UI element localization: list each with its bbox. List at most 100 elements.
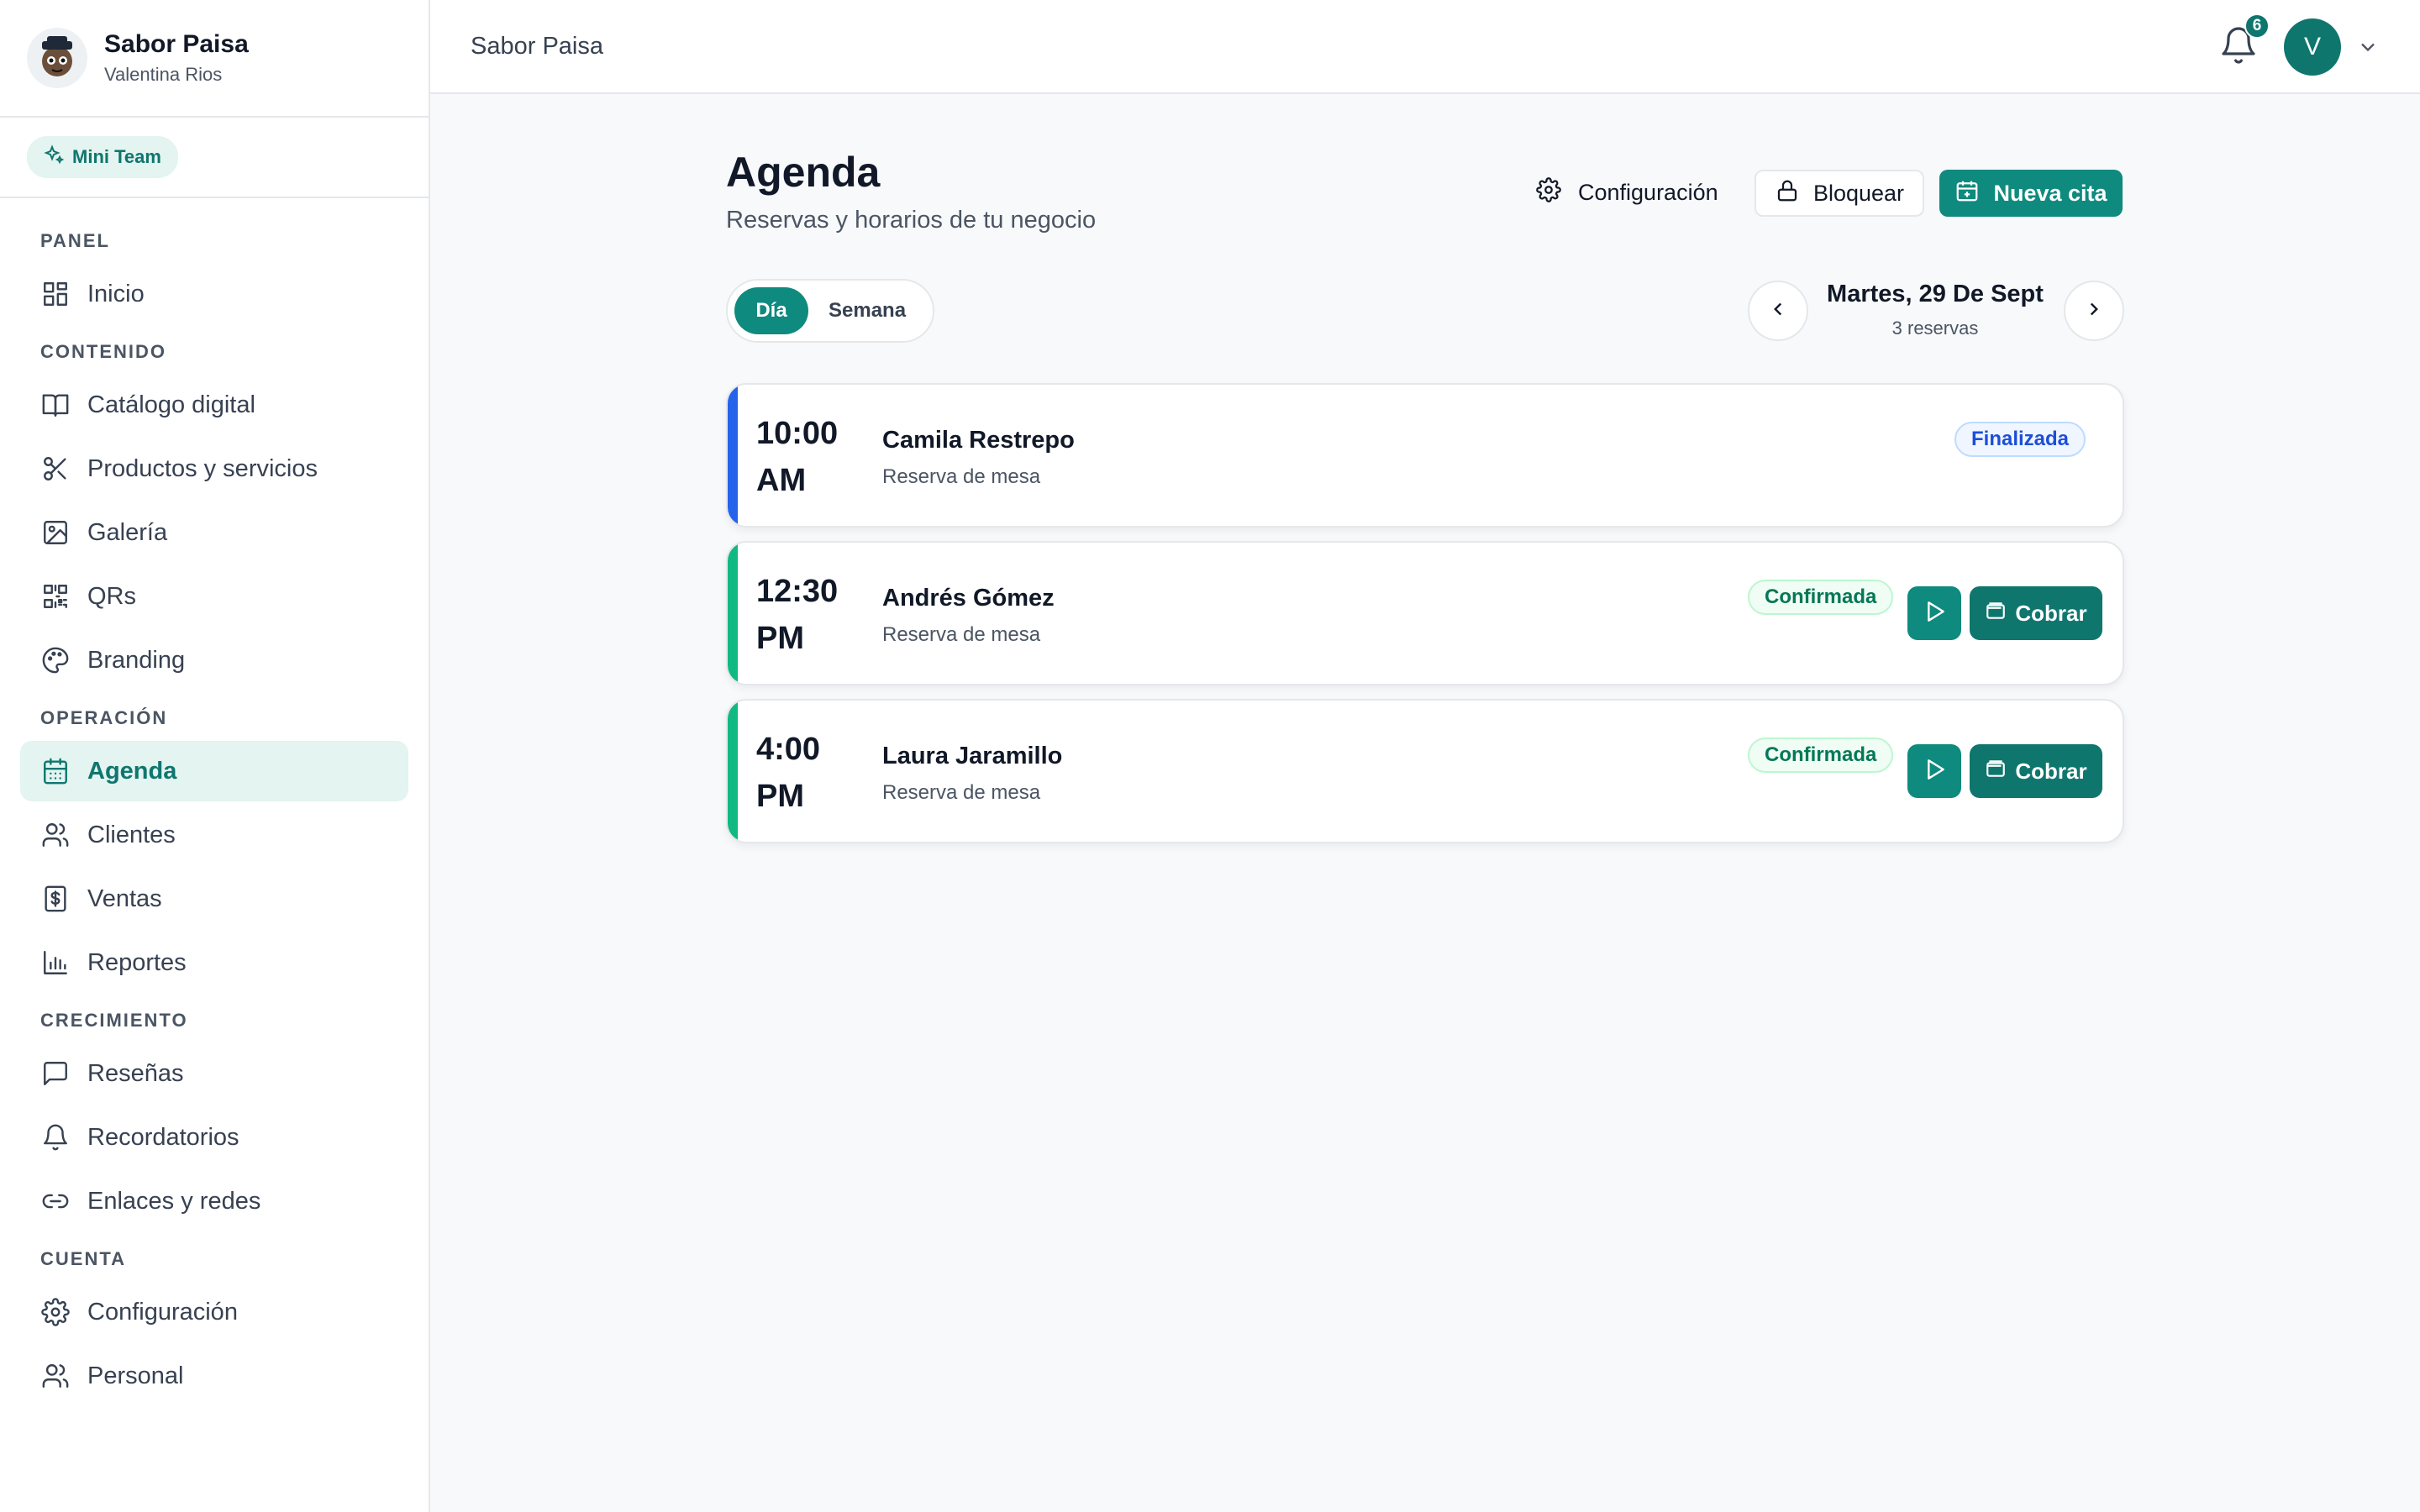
sidebar-item-ventas[interactable]: Ventas — [20, 869, 408, 929]
appointment-card[interactable]: 10:00 AM Camila Restrepo Reserva de mesa… — [726, 383, 2124, 528]
appointment-time: 12:30 PM — [756, 568, 838, 662]
view-toggle: Día Semana — [726, 279, 934, 343]
sidebar-item-label: Reportes — [87, 948, 187, 976]
sidebar-item-label: Productos y servicios — [87, 454, 318, 482]
start-appointment-button[interactable] — [1907, 744, 1961, 798]
user-avatar[interactable]: V — [2284, 18, 2341, 76]
nav-section-title: CONTENIDO — [40, 341, 166, 362]
message-icon — [40, 1058, 71, 1089]
sidebar-item-enlaces-y-redes[interactable]: Enlaces y redes — [20, 1171, 408, 1231]
view-week-tab[interactable]: Semana — [829, 299, 906, 323]
image-icon — [40, 517, 71, 548]
sidebar-item-personal[interactable]: Personal — [20, 1346, 408, 1406]
appointment-time: 4:00 PM — [756, 726, 820, 820]
configuration-label: Configuración — [1578, 179, 1718, 205]
play-icon — [1921, 756, 1948, 787]
sidebar-item-inicio[interactable]: Inicio — [20, 264, 408, 324]
appointment-time-period: AM — [756, 463, 807, 498]
lock-icon — [1775, 178, 1800, 209]
sidebar-item-label: Enlaces y redes — [87, 1187, 261, 1215]
appointment-time: 10:00 AM — [756, 410, 838, 504]
wallet-icon — [1985, 758, 2007, 785]
reservation-type: Reserva de mesa — [882, 465, 1041, 488]
view-day-tab[interactable]: Día — [734, 287, 808, 334]
nav-section-title: CUENTA — [40, 1248, 127, 1269]
sidebar-item-clientes[interactable]: Clientes — [20, 805, 408, 865]
charge-button[interactable]: Cobrar — [1970, 744, 2102, 798]
sidebar-item-branding[interactable]: Branding — [20, 630, 408, 690]
sidebar-item-resenas[interactable]: Reseñas — [20, 1043, 408, 1104]
brand-logo — [27, 28, 87, 88]
status-color-bar — [728, 543, 738, 684]
sidebar: Sabor Paisa Valentina Rios Mini Team PAN… — [0, 0, 430, 1512]
appointment-time-period: PM — [756, 779, 804, 814]
dollar-icon — [40, 884, 71, 914]
users-icon — [40, 820, 71, 850]
nav-section-title: OPERACIÓN — [40, 707, 168, 728]
sidebar-item-label: Inicio — [87, 280, 145, 307]
sidebar-item-qrs[interactable]: QRs — [20, 566, 408, 627]
sidebar-item-label: Personal — [87, 1362, 184, 1389]
sidebar-item-catalogo-digital[interactable]: Catálogo digital — [20, 375, 408, 435]
sidebar-item-agenda[interactable]: Agenda — [20, 741, 408, 801]
chevron-down-icon[interactable] — [2356, 35, 2380, 59]
scissors-icon — [40, 454, 71, 484]
team-badge-label: Mini Team — [72, 146, 161, 167]
chevron-right-icon — [2083, 298, 2105, 324]
sidebar-item-label: Ventas — [87, 885, 162, 912]
client-name: Laura Jaramillo — [882, 743, 1063, 769]
sidebar-item-productos-y-servicios[interactable]: Productos y servicios — [20, 438, 408, 499]
start-appointment-button[interactable] — [1907, 586, 1961, 640]
new-appointment-label: Nueva cita — [1993, 180, 2107, 206]
sidebar-item-label: Configuración — [87, 1298, 238, 1326]
chevron-left-icon — [1767, 298, 1789, 324]
appointment-time-value: 12:30 — [756, 574, 839, 609]
sidebar-item-label: Galería — [87, 518, 168, 546]
reservation-type: Reserva de mesa — [882, 781, 1041, 804]
current-date: Martes, 29 De Sept — [1827, 281, 2044, 307]
next-day-button[interactable] — [2064, 281, 2124, 341]
charge-button[interactable]: Cobrar — [1970, 586, 2102, 640]
status-badge: Finalizada — [1954, 422, 2086, 457]
new-appointment-button[interactable]: Nueva cita — [1939, 170, 2123, 217]
sidebar-item-reportes[interactable]: Reportes — [20, 932, 408, 993]
client-name: Andrés Gómez — [882, 585, 1055, 612]
page-title: Agenda — [726, 149, 881, 196]
grid-icon — [40, 279, 71, 309]
appointment-card[interactable]: 12:30 PM Andrés Gómez Reserva de mesa Co… — [726, 541, 2124, 685]
appointment-time-period: PM — [756, 621, 804, 656]
page-subtitle: Reservas y horarios de tu negocio — [726, 207, 1097, 234]
brand-header[interactable]: Sabor Paisa Valentina Rios — [0, 0, 429, 118]
sidebar-item-recordatorios[interactable]: Recordatorios — [20, 1107, 408, 1168]
book-icon — [40, 390, 71, 420]
play-icon — [1921, 598, 1948, 629]
sidebar-item-configuracion[interactable]: Configuración — [20, 1282, 408, 1342]
sidebar-item-galeria[interactable]: Galería — [20, 502, 408, 563]
sidebar-item-label: Recordatorios — [87, 1123, 239, 1151]
calendar-plus-icon — [1954, 178, 1980, 209]
nav-section-title: PANEL — [40, 230, 110, 251]
appointment-card[interactable]: 4:00 PM Laura Jaramillo Reserva de mesa … — [726, 699, 2124, 843]
status-badge: Confirmada — [1748, 738, 1894, 773]
sidebar-item-label: Branding — [87, 646, 186, 674]
qr-icon — [40, 581, 71, 612]
gear-icon — [40, 1297, 71, 1327]
link-icon — [40, 1186, 71, 1216]
configuration-button[interactable]: Configuración — [1521, 170, 1733, 215]
topbar: Sabor Paisa — [430, 0, 2420, 94]
status-color-bar — [728, 385, 738, 526]
charge-label: Cobrar — [2015, 600, 2087, 626]
team-badge[interactable]: Mini Team — [27, 136, 178, 178]
reservation-count: 3 reservas — [1891, 318, 1979, 339]
appointment-time-value: 10:00 — [756, 416, 839, 451]
sidebar-item-label: Catálogo digital — [87, 391, 255, 418]
block-button[interactable]: Bloquear — [1754, 170, 1924, 217]
appointment-time-value: 4:00 — [756, 732, 821, 767]
brand-name: Sabor Paisa — [104, 30, 249, 58]
topbar-title: Sabor Paisa — [471, 32, 603, 60]
sidebar-item-label: QRs — [87, 582, 136, 610]
palette-icon — [40, 645, 71, 675]
prev-day-button[interactable] — [1748, 281, 1808, 341]
sparkle-icon — [44, 144, 65, 170]
wallet-icon — [1985, 600, 2007, 627]
